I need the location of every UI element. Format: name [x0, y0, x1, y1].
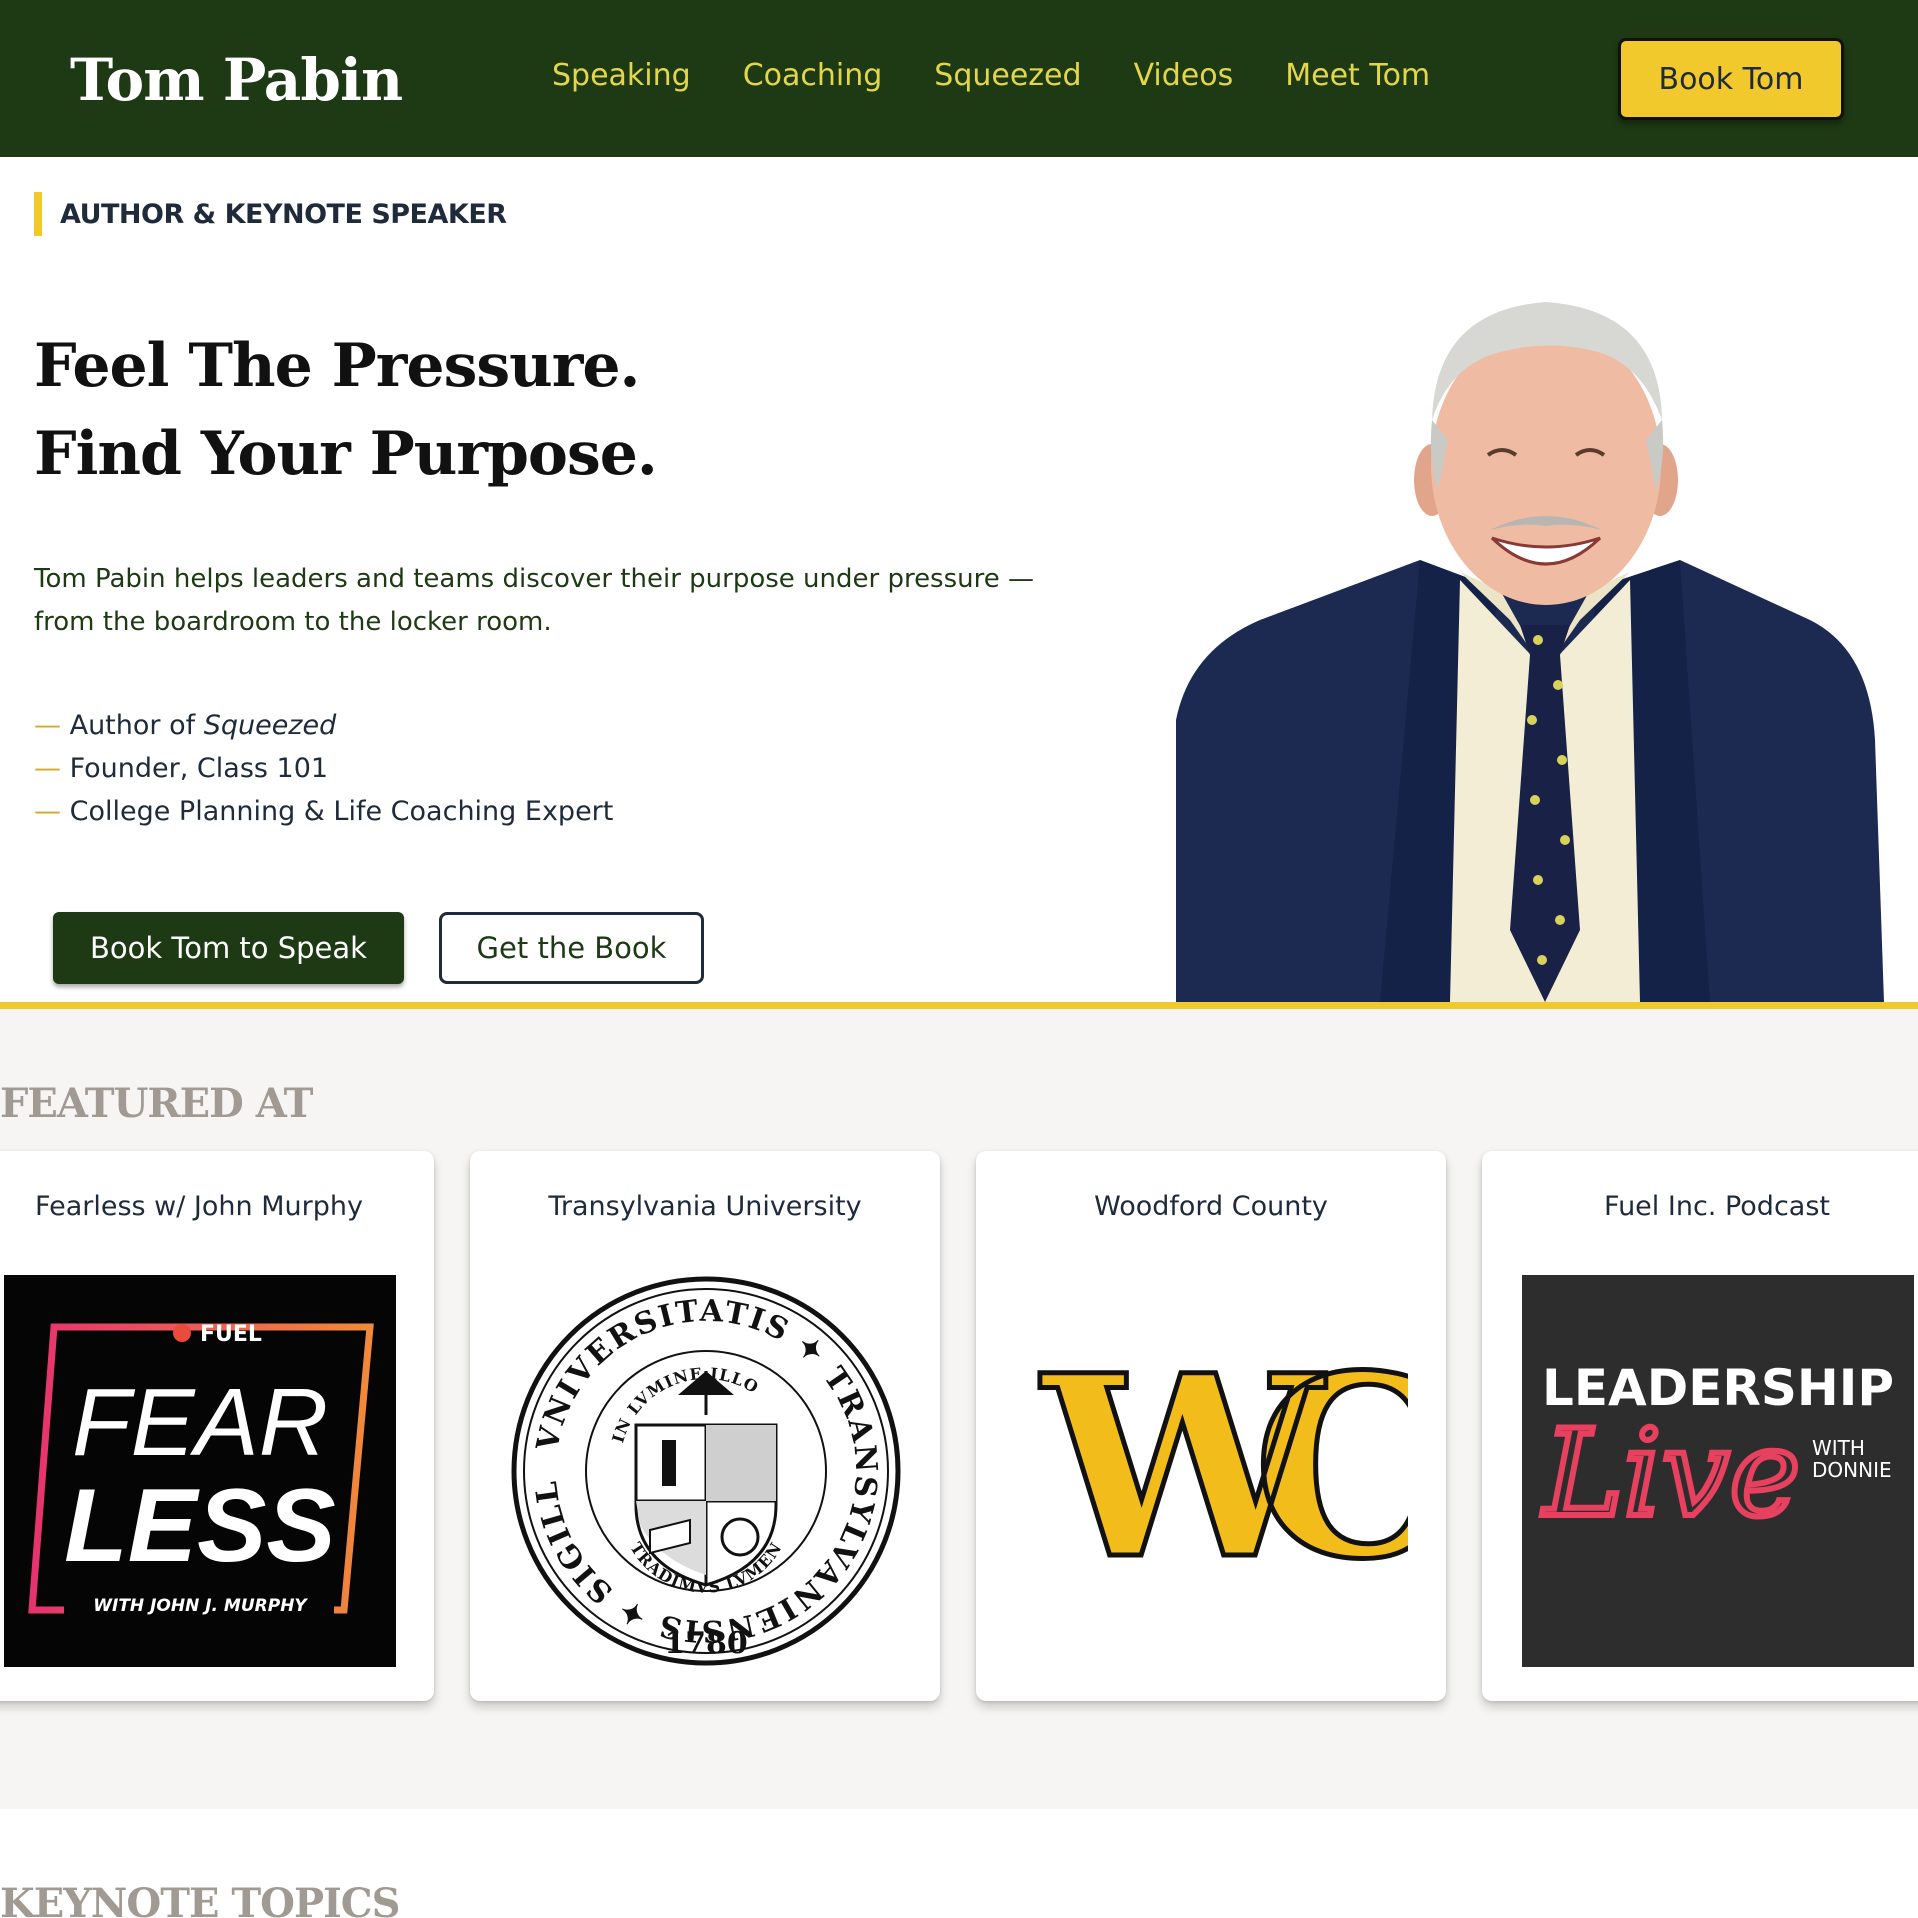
logo-fuel: FUEL — [200, 1322, 262, 1347]
logo-letters: WC — [1039, 1320, 1408, 1614]
featured-card-woodford-county[interactable]: Woodford County WC — [976, 1151, 1446, 1701]
logo-less: LESS — [64, 1468, 336, 1584]
hero-intro: Tom Pabin helps leaders and teams discov… — [34, 564, 1035, 637]
card-title: Fearless w/ John Murphy — [35, 1191, 363, 1222]
nav-link-coaching[interactable]: Coaching — [743, 58, 883, 93]
credential-item: — Author of Squeezed — [34, 704, 613, 747]
featured-card-transylvania[interactable]: Transylvania University VNIVERSITATIS ✦ … — [470, 1151, 940, 1701]
get-the-book-button[interactable]: Get the Book — [439, 912, 704, 984]
logo-with-john-murphy: WITH JOHN J. MURPHY — [93, 1596, 308, 1616]
card-title: Fuel Inc. Podcast — [1604, 1191, 1830, 1222]
credential-text: Founder, Class 101 — [69, 753, 329, 784]
dash-marker: — — [34, 753, 61, 784]
book-title: Squeezed — [203, 710, 337, 741]
card-title: Transylvania University — [548, 1191, 862, 1222]
woodford-county-logo: WC — [1037, 1318, 1408, 1617]
credential-item: — College Planning & Life Coaching Exper… — [34, 790, 613, 833]
transylvania-seal-logo: VNIVERSITATIS ✦ TRANSYLVANIENSIS ✦ SIGIL… — [510, 1275, 901, 1666]
keynote-topics-heading: KEYNOTE TOPICS — [0, 1880, 401, 1918]
headline-line-1: Feel The Pressure. — [34, 331, 640, 401]
book-tom-button[interactable]: Book Tom — [1618, 38, 1844, 120]
logo-fear: FEAR — [72, 1369, 328, 1476]
speaker-portrait — [1176, 302, 1884, 1002]
credential-text: Author of — [69, 710, 204, 741]
logo-donnie: DONNIE — [1812, 1458, 1892, 1482]
featured-card-fearless[interactable]: Fearless w/ John Murphy FUEL FEAR LESS W… — [0, 1151, 434, 1701]
top-navigation-bar: Tom Pabin Speaking Coaching Squeezed Vid… — [0, 0, 1918, 157]
featured-heading: FEATURED AT — [0, 1080, 313, 1127]
card-title: Woodford County — [1094, 1191, 1328, 1222]
seal-year: 1780 — [664, 1626, 748, 1661]
hero-divider — [0, 1002, 1918, 1009]
dash-marker: — — [34, 710, 61, 741]
headline-line-2: Find Your Purpose. — [34, 419, 658, 489]
nav-links: Speaking Coaching Squeezed Videos Meet T… — [552, 58, 1430, 93]
credential-item: — Founder, Class 101 — [34, 747, 613, 790]
hero-eyebrow: AUTHOR & KEYNOTE SPEAKER — [34, 192, 507, 236]
credential-text: College Planning & Life Coaching Expert — [69, 796, 614, 827]
nav-link-speaking[interactable]: Speaking — [552, 58, 691, 93]
nav-link-squeezed[interactable]: Squeezed — [934, 58, 1081, 93]
logo-live-script: Live — [1542, 1405, 1801, 1544]
hero-headline: Feel The Pressure. Find Your Purpose. — [34, 322, 658, 498]
featured-card-fuel-inc-podcast[interactable]: Fuel Inc. Podcast LEADERSHIP Live WITH D… — [1482, 1151, 1918, 1701]
logo-with: WITH — [1812, 1436, 1865, 1460]
nav-link-meet-tom[interactable]: Meet Tom — [1285, 58, 1430, 93]
dash-marker: — — [34, 796, 61, 827]
nav-link-videos[interactable]: Videos — [1134, 58, 1234, 93]
credentials-list: — Author of Squeezed — Founder, Class 10… — [34, 704, 613, 833]
brand-logo[interactable]: Tom Pabin — [70, 46, 403, 114]
fearless-podcast-logo: FUEL FEAR LESS WITH JOHN J. MURPHY — [4, 1275, 396, 1667]
leadership-live-logo: LEADERSHIP Live WITH DONNIE — [1522, 1275, 1914, 1667]
book-tom-to-speak-button[interactable]: Book Tom to Speak — [53, 912, 404, 984]
